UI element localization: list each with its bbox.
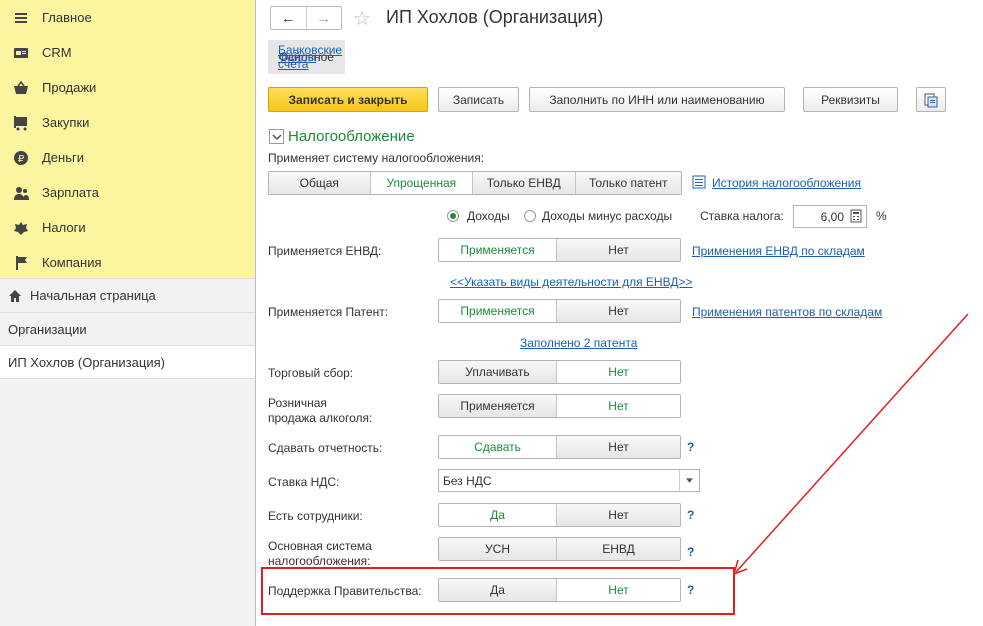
annotation-arrow: [733, 313, 969, 575]
